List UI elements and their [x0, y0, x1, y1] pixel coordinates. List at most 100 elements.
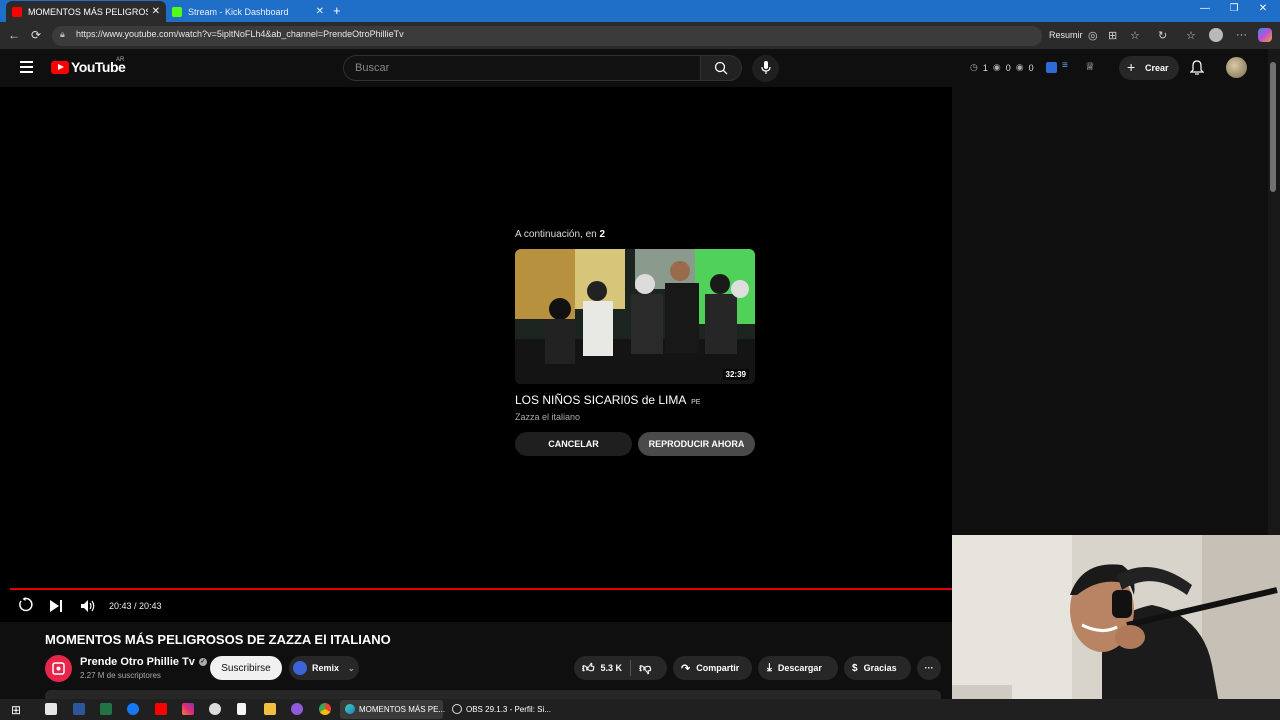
taskbar-item-obs[interactable]: OBS 29.1.3 - Perfil: Si...	[447, 700, 551, 719]
tab-title: MOMENTOS MÁS PELIGROSOS D	[28, 6, 148, 17]
youtube-logo-icon[interactable]	[51, 61, 69, 74]
back-icon[interactable]: ←	[8, 28, 20, 42]
dislike-icon[interactable]: 👎︎	[639, 661, 651, 676]
copilot-icon[interactable]	[1258, 28, 1272, 42]
close-icon[interactable]: ✕	[152, 6, 160, 17]
instagram-icon[interactable]	[182, 703, 194, 715]
time-display: 20:43 / 20:43	[109, 601, 162, 611]
plus-icon: +	[1127, 59, 1136, 75]
kick-favicon-icon	[172, 6, 182, 17]
new-tab-button[interactable]: +	[333, 3, 341, 18]
download-icon: ⤓	[767, 661, 772, 674]
video-title: MOMENTOS MÁS PELIGROSOS DE ZAZZA El ITAL…	[45, 632, 391, 647]
video-player[interactable]	[0, 87, 952, 622]
user-avatar[interactable]	[1226, 57, 1247, 78]
progress-bar[interactable]	[10, 588, 952, 590]
refresh-sync-icon[interactable]: ↻	[1158, 29, 1167, 42]
region-code: AR	[116, 57, 125, 63]
subscriber-count: 2.27 M de suscriptores	[80, 671, 161, 680]
app-icon[interactable]	[209, 703, 221, 715]
duration-badge: 32:39	[722, 369, 749, 380]
share-button[interactable]: ↷ Compartir	[673, 656, 752, 680]
notifications-bell-icon[interactable]	[1189, 60, 1205, 80]
thumbnail-image	[515, 249, 755, 384]
restore-icon[interactable]: ❐	[1227, 3, 1241, 14]
scrollbar-thumb[interactable]	[1270, 62, 1276, 192]
word-icon[interactable]	[73, 703, 85, 715]
eye-icon: ◉	[992, 62, 1001, 72]
trophy-icon[interactable]: ♕	[1085, 60, 1095, 73]
url-text: https://www.youtube.com/watch?v=5ipltNoF…	[76, 29, 404, 39]
remix-icon	[293, 661, 307, 675]
excel-icon[interactable]	[100, 703, 112, 715]
channel-name[interactable]: Prende Otro Phillie Tv ✓	[80, 656, 207, 668]
thanks-button[interactable]: $ Gracias	[844, 656, 911, 680]
lock-icon: 🔒︎	[60, 29, 65, 39]
taskbar-item-edge[interactable]: MOMENTOS MÁS PE...	[340, 700, 446, 719]
file-icon[interactable]	[237, 703, 246, 715]
voice-search-button[interactable]	[752, 55, 779, 82]
subscribe-button[interactable]: Suscribirse	[210, 656, 282, 680]
youtube-icon[interactable]	[155, 703, 167, 715]
youtube-favicon-icon	[12, 6, 22, 17]
verified-icon: ✓	[198, 658, 207, 666]
tab-youtube[interactable]: MOMENTOS MÁS PELIGROSOS D ✕	[6, 1, 166, 22]
replay-icon[interactable]	[18, 597, 33, 617]
search-button[interactable]	[700, 55, 742, 81]
app-circle-icon[interactable]	[291, 703, 303, 715]
chrome-icon[interactable]	[319, 703, 331, 715]
cancel-button[interactable]: CANCELAR	[515, 432, 632, 456]
search-icon	[714, 61, 728, 75]
webcam-image	[952, 535, 1280, 720]
search-placeholder: Buscar	[355, 62, 390, 74]
next-video-icon[interactable]	[50, 599, 63, 617]
play-now-button[interactable]: REPRODUCIR AHORA	[638, 432, 755, 456]
taskbar-item-label: MOMENTOS MÁS PE...	[359, 705, 446, 714]
resumir-button[interactable]: Resumir	[1049, 30, 1083, 40]
tab-kick-dashboard[interactable]: Stream - Kick Dashboard ✕	[166, 1, 330, 22]
favorite-star-icon[interactable]: ☆	[1130, 29, 1140, 42]
edge-icon	[345, 704, 355, 714]
microphone-icon	[761, 61, 771, 74]
download-button[interactable]: ⤓ Descargar	[758, 656, 838, 680]
store-icon[interactable]	[45, 703, 57, 715]
like-icon[interactable]: 👍︎	[582, 661, 595, 676]
profile-avatar-icon[interactable]	[1209, 28, 1223, 42]
divider	[630, 660, 632, 676]
folder-icon[interactable]	[264, 703, 276, 715]
hamburger-menu-icon[interactable]	[20, 61, 33, 73]
create-label: Crear	[1145, 63, 1169, 73]
search-input[interactable]: Buscar	[343, 55, 701, 81]
remix-button[interactable]: Remix ⌄	[289, 656, 359, 680]
upnext-thumbnail[interactable]: 32:39	[515, 249, 755, 384]
volume-icon[interactable]	[81, 599, 96, 617]
upnext-channel: Zazza el italiano	[515, 412, 581, 422]
create-button[interactable]: + Crear	[1119, 56, 1179, 80]
like-count[interactable]: 5.3 K	[601, 663, 623, 673]
extension-list-icon[interactable]: ≡	[1062, 60, 1068, 71]
reload-icon[interactable]: ⟳	[31, 28, 41, 42]
facebook-icon[interactable]	[127, 703, 139, 715]
close-icon[interactable]: ✕	[316, 6, 324, 17]
taskbar-item-label: OBS 29.1.3 - Perfil: Si...	[466, 705, 551, 714]
upnext-countdown-label: A continuación, en 2	[515, 229, 606, 240]
eye-icon: ◉	[1015, 62, 1024, 72]
upnext-title[interactable]: LOS NIÑOS SICARI0S de LIMA PE	[515, 393, 700, 407]
summary-icon[interactable]: ◎	[1088, 29, 1098, 42]
more-actions-button[interactable]: ···	[917, 656, 941, 680]
extension-iq-icon[interactable]	[1046, 62, 1057, 73]
extension-stats: ◷ 1 ◉ 0 ◉ 0	[970, 62, 1034, 73]
close-window-icon[interactable]: ✕	[1256, 3, 1270, 14]
description-box[interactable]	[45, 690, 941, 699]
share-icon: ↷	[681, 662, 691, 675]
countdown-number: 2	[599, 229, 606, 240]
extensions-grid-icon[interactable]: ⊞	[1108, 29, 1117, 42]
like-dislike-group: 👍︎ 5.3 K 👎︎	[574, 656, 667, 680]
tab-title: Stream - Kick Dashboard	[188, 6, 289, 17]
minimize-icon[interactable]: —	[1198, 3, 1212, 14]
start-grid-icon[interactable]: ⊞	[11, 703, 21, 717]
channel-avatar[interactable]	[45, 655, 72, 682]
collections-icon[interactable]: ☆	[1186, 29, 1196, 42]
obs-icon	[452, 704, 462, 714]
more-menu-icon[interactable]: ···	[1236, 29, 1247, 41]
